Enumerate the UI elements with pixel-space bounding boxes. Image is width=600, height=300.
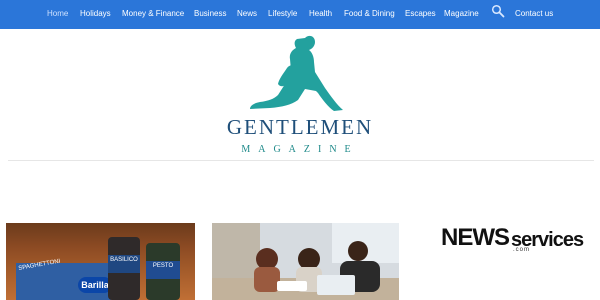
- nav-lifestyle[interactable]: Lifestyle: [268, 9, 297, 18]
- header-divider: [8, 160, 594, 161]
- nav-contact-us[interactable]: Contact us: [515, 9, 553, 18]
- nav-news[interactable]: News: [237, 9, 257, 18]
- nav-escapes[interactable]: Escapes: [405, 9, 436, 18]
- barilla-text: Barilla: [81, 280, 109, 290]
- basilico-text: BASILICO: [110, 257, 138, 263]
- nav-health[interactable]: Health: [309, 9, 332, 18]
- nav-home[interactable]: Home: [47, 9, 68, 18]
- search-icon[interactable]: [491, 4, 505, 18]
- article-image-pasta[interactable]: SPAGHETTONI Barilla BASILICO PESTO: [6, 223, 195, 300]
- people-meeting-illustration: [212, 223, 399, 300]
- nav-magazine[interactable]: Magazine: [444, 9, 479, 18]
- dotcom-suffix: .com: [513, 247, 531, 253]
- news-wordmark: NEWS: [441, 224, 510, 251]
- nav-business[interactable]: Business: [194, 9, 226, 18]
- logo-title: GENTLEMEN: [226, 115, 374, 139]
- barilla-logo: Barilla: [78, 277, 112, 293]
- nav-food-dining[interactable]: Food & Dining: [344, 9, 395, 18]
- pesto-jar: PESTO: [146, 243, 180, 300]
- logo-subtitle: MAGAZINE: [241, 144, 359, 155]
- seated-man-logo-icon: [250, 35, 343, 112]
- article-image-office[interactable]: [212, 223, 399, 300]
- basilico-jar: BASILICO: [108, 237, 140, 300]
- spaghettoni-text: SPAGHETTONI: [18, 258, 61, 272]
- nav-money-finance[interactable]: Money & Finance: [122, 9, 184, 18]
- top-navigation-bar: Home Holidays Money & Finance Business N…: [0, 0, 600, 29]
- search-icon-glyph: [491, 4, 505, 18]
- pesto-text: PESTO: [152, 263, 174, 269]
- site-logo[interactable]: GENTLEMEN MAGAZINE: [0, 29, 600, 161]
- nav-holidays[interactable]: Holidays: [80, 9, 111, 18]
- news-services-logo[interactable]: NEWS services .com: [441, 224, 596, 258]
- main-nav: Home Holidays Money & Finance Business N…: [0, 0, 600, 29]
